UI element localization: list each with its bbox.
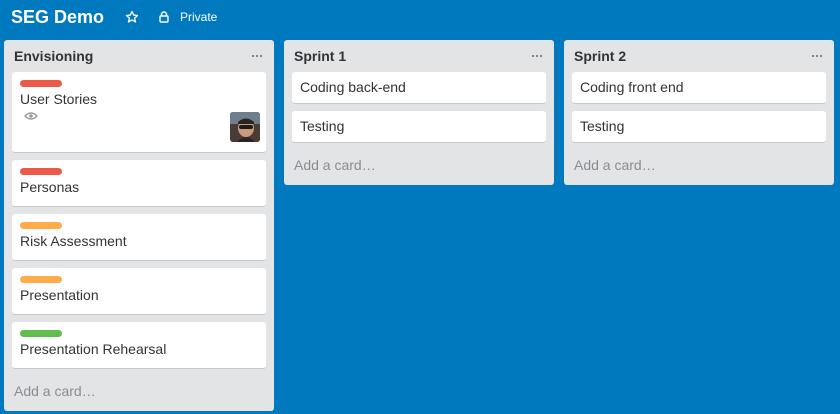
card-title: Coding front end — [580, 79, 684, 95]
list-envisioning: Envisioning User Stories Personas Risk A… — [4, 40, 274, 411]
ellipsis-icon[interactable] — [810, 48, 824, 64]
ellipsis-icon[interactable] — [250, 48, 264, 64]
card[interactable]: Risk Assessment — [12, 214, 266, 261]
card[interactable]: Presentation Rehearsal — [12, 322, 266, 369]
card[interactable]: Testing — [292, 111, 546, 143]
card-label-orange — [20, 222, 62, 229]
list-header: Envisioning — [4, 40, 274, 72]
card[interactable]: Coding back-end — [292, 72, 546, 104]
card-title: Presentation — [20, 287, 99, 303]
card[interactable]: Presentation — [12, 268, 266, 315]
card[interactable]: Coding front end — [572, 72, 826, 104]
card-title: Coding back-end — [300, 79, 406, 95]
lock-icon — [158, 10, 172, 24]
card-title: Risk Assessment — [20, 233, 127, 249]
card-title: User Stories — [20, 91, 98, 107]
card-label-red — [20, 168, 62, 175]
list-sprint-2: Sprint 2 Coding front end Testing Add a … — [564, 40, 834, 185]
card[interactable]: Personas — [12, 160, 266, 207]
add-card-button[interactable]: Add a card… — [564, 148, 834, 182]
card[interactable]: User Stories — [12, 72, 266, 153]
list-sprint-1: Sprint 1 Coding back-end Testing Add a c… — [284, 40, 554, 185]
ellipsis-icon[interactable] — [530, 48, 544, 64]
card-label-orange — [20, 276, 62, 283]
eye-icon — [24, 112, 38, 120]
add-card-button[interactable]: Add a card… — [4, 374, 274, 408]
privacy-button[interactable]: Private — [158, 8, 217, 26]
card[interactable]: Testing — [572, 111, 826, 143]
list-title[interactable]: Sprint 1 — [294, 48, 346, 64]
list-header: Sprint 1 — [284, 40, 554, 72]
card-title: Personas — [20, 179, 80, 195]
add-card-button[interactable]: Add a card… — [284, 148, 554, 182]
card-badges — [20, 108, 260, 142]
avatar[interactable] — [230, 112, 260, 142]
list-title[interactable]: Envisioning — [14, 48, 93, 64]
card-title: Presentation Rehearsal — [20, 341, 167, 357]
board-header: SEG Demo Private — [0, 0, 840, 36]
star-icon[interactable] — [124, 8, 140, 26]
card-label-red — [20, 80, 62, 87]
board-title[interactable]: SEG Demo — [11, 6, 104, 28]
card-title: Testing — [580, 118, 625, 134]
card-label-green — [20, 330, 62, 337]
privacy-label: Private — [180, 10, 218, 24]
list-title[interactable]: Sprint 2 — [574, 48, 626, 64]
list-header: Sprint 2 — [564, 40, 834, 72]
card-title: Testing — [300, 118, 345, 134]
